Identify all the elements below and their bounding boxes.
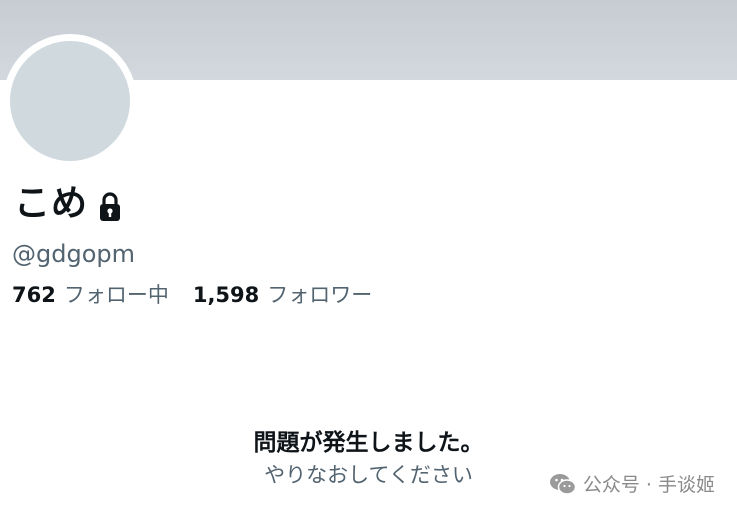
profile-name-row: こめ bbox=[14, 180, 124, 228]
avatar[interactable] bbox=[10, 41, 130, 161]
wechat-icon bbox=[549, 472, 577, 496]
profile-handle: @gdgopm bbox=[12, 240, 135, 268]
lock-icon bbox=[96, 191, 124, 223]
watermark-text: 公众号 · 手谈姬 bbox=[582, 474, 715, 496]
following-stat[interactable]: 762 フォロー中 bbox=[12, 280, 169, 310]
followers-count: 1,598 bbox=[192, 283, 260, 307]
following-count: 762 bbox=[12, 283, 56, 307]
following-label: フォロー中 bbox=[63, 283, 169, 307]
error-title: 問題が発生しました。 bbox=[253, 430, 484, 456]
watermark: 公众号 · 手谈姬 bbox=[549, 470, 715, 497]
display-name: こめ bbox=[14, 183, 89, 224]
followers-stat[interactable]: 1,598 フォロワー bbox=[193, 280, 372, 310]
followers-label: フォロワー bbox=[267, 283, 373, 307]
profile-stats: 762 フォロー中 1,598 フォロワー bbox=[12, 280, 372, 310]
